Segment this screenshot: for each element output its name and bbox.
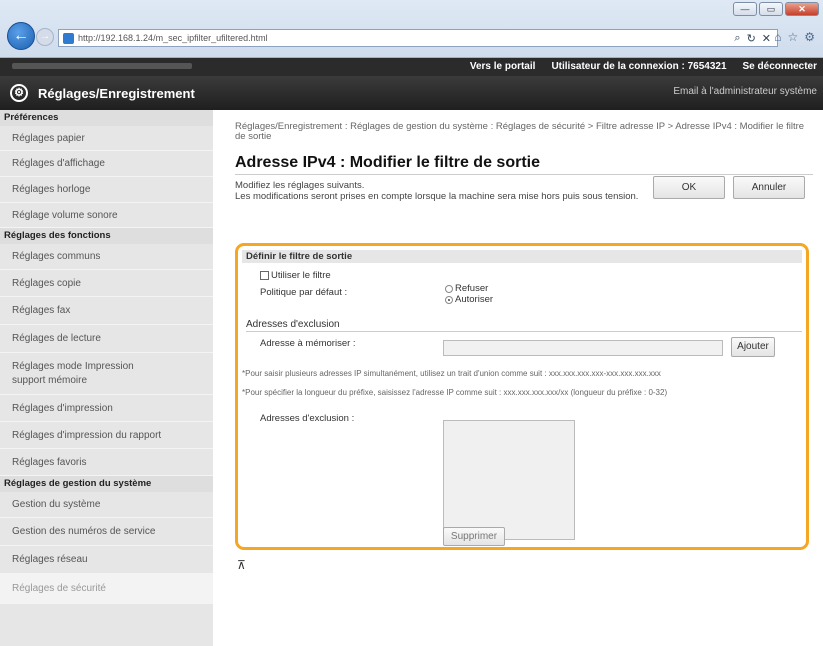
add-button[interactable]: Ajouter — [731, 337, 775, 357]
sidebar-section-functions: Réglages des fonctions — [0, 228, 213, 244]
delete-button[interactable]: Supprimer — [443, 527, 505, 546]
policy-refuse-radio[interactable] — [445, 285, 453, 293]
home-icon[interactable]: ⌂ — [774, 30, 781, 44]
sidebar-item-report-print[interactable]: Réglages d'impression du rapport — [0, 422, 213, 449]
logout-link[interactable]: Se déconnecter — [743, 61, 817, 72]
sidebar-item-copy[interactable]: Réglages copie — [0, 270, 213, 297]
login-user-label: Utilisateur de la connexion : — [551, 61, 685, 72]
page-header: ⚙ Réglages/Enregistrement Email à l'admi… — [0, 76, 823, 110]
exclusion-list-label: Adresses d'exclusion : — [260, 413, 355, 424]
intro-line-1: Modifiez les réglages suivants. — [235, 180, 365, 191]
exclusion-addresses-header: Adresses d'exclusion — [246, 319, 802, 332]
header-title: Réglages/Enregistrement — [38, 86, 195, 101]
portal-link[interactable]: Vers le portail — [470, 61, 536, 72]
search-icon[interactable]: ⌕ — [734, 32, 740, 45]
sidebar-item-service-numbers[interactable]: Gestion des numéros de service — [0, 518, 213, 546]
close-window-button[interactable]: ✕ — [785, 2, 819, 16]
title-divider — [235, 174, 813, 175]
minimize-button[interactable]: — — [733, 2, 757, 16]
settings-icon: ⚙ — [10, 84, 28, 102]
address-bar[interactable]: http://192.168.1.24/m_sec_ipfilter_ufilt… — [58, 29, 778, 47]
intro-line-2: Les modifications seront prises en compt… — [235, 191, 639, 202]
favorites-star-icon[interactable]: ☆ — [787, 30, 798, 44]
stop-icon[interactable]: ✕ — [762, 32, 771, 45]
sidebar-item-paper[interactable]: Réglages papier — [0, 126, 213, 151]
sidebar-item-network[interactable]: Réglages réseau — [0, 546, 213, 574]
forward-arrow-icon[interactable]: → — [36, 28, 54, 46]
back-to-top-icon[interactable]: ⊼ — [237, 558, 246, 572]
sidebar-item-favorites[interactable]: Réglages favoris — [0, 449, 213, 476]
exclusion-address-list[interactable] — [443, 420, 575, 540]
use-filter-checkbox[interactable] — [260, 271, 269, 280]
sidebar-item-volume[interactable]: Réglage volume sonore — [0, 203, 213, 228]
back-arrow-icon[interactable]: ← — [7, 22, 35, 50]
window-controls: — ▭ ✕ — [733, 2, 819, 16]
sidebar-section-system: Réglages de gestion du système — [0, 476, 213, 492]
sidebar-item-clock[interactable]: Réglages horloge — [0, 177, 213, 203]
policy-refuse-label: Refuser — [455, 283, 489, 294]
ok-button[interactable]: OK — [653, 176, 725, 199]
device-name-redacted — [12, 63, 192, 69]
address-to-save-label: Adresse à mémoriser : — [260, 338, 356, 349]
sidebar-item-print[interactable]: Réglages d'impression — [0, 395, 213, 422]
url-text: http://192.168.1.24/m_sec_ipfilter_ufilt… — [78, 33, 268, 43]
refresh-icon[interactable]: ↻ — [747, 32, 756, 45]
breadcrumb: Réglages/Enregistrement : Réglages de ge… — [235, 121, 805, 142]
sidebar-item-common[interactable]: Réglages communs — [0, 244, 213, 270]
sidebar-item-system-management[interactable]: Gestion du système — [0, 492, 213, 518]
sidebar-section-preferences: Préférences — [0, 110, 213, 126]
sidebar-item-display[interactable]: Réglages d'affichage — [0, 151, 213, 177]
intro-text: Modifiez les réglages suivants. Les modi… — [235, 180, 655, 202]
admin-email-link[interactable]: Email à l'administrateur système — [673, 86, 817, 97]
sidebar-item-fax[interactable]: Réglages fax — [0, 297, 213, 325]
use-filter-label: Utiliser le filtre — [271, 270, 331, 281]
address-input[interactable] — [443, 340, 723, 356]
portal-bar: Vers le portail Utilisateur de la connex… — [0, 58, 823, 76]
sidebar-item-security[interactable]: Réglages de sécurité — [0, 574, 213, 604]
note-prefix: *Pour spécifier la longueur du préfixe, … — [242, 388, 668, 397]
sidebar-item-memory-media-print[interactable]: Réglages mode Impression support mémoire — [0, 353, 213, 395]
note-range: *Pour saisir plusieurs adresses IP simul… — [242, 369, 661, 378]
policy-allow-label: Autoriser — [455, 294, 494, 305]
sidebar-item-scan[interactable]: Réglages de lecture — [0, 325, 213, 353]
browser-chrome: — ▭ ✕ ← → http://192.168.1.24/m_sec_ipfi… — [0, 0, 823, 58]
policy-allow-radio[interactable] — [445, 296, 453, 304]
sidebar: Préférences Réglages papier Réglages d'a… — [0, 110, 213, 646]
panel-header: Définir le filtre de sortie — [242, 250, 802, 263]
login-user-id: 7654321 — [687, 61, 727, 72]
main-content: Réglages/Enregistrement : Réglages de ge… — [213, 110, 823, 646]
page-title: Adresse IPv4 : Modifier le filtre de sor… — [235, 154, 540, 171]
page-favicon-icon — [63, 32, 74, 44]
default-policy-label: Politique par défaut : — [260, 287, 348, 298]
cancel-button[interactable]: Annuler — [733, 176, 805, 199]
output-filter-panel: Définir le filtre de sortie Utiliser le … — [235, 243, 809, 550]
maximize-button[interactable]: ▭ — [759, 2, 783, 16]
settings-gear-icon[interactable]: ⚙ — [804, 30, 815, 44]
